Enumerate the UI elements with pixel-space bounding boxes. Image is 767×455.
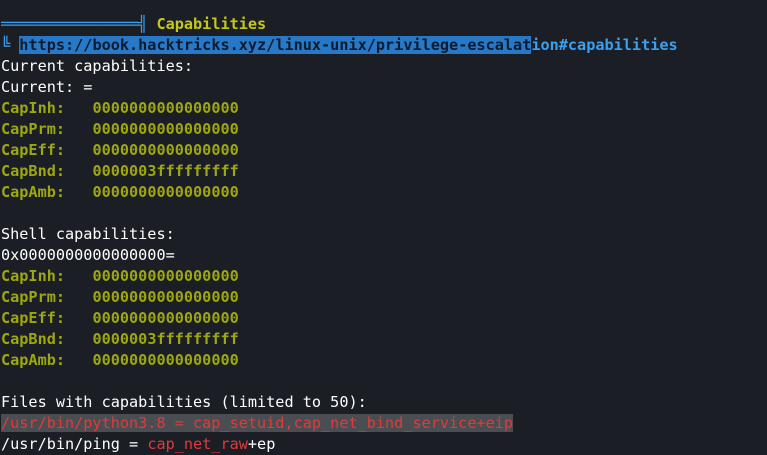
file-cap-ping-tail: +ep [247, 435, 276, 453]
cap-row: CapEff: 0000000000000000 [1, 308, 767, 329]
file-cap-entry: /usr/bin/ping = cap_net_raw+ep [1, 434, 767, 455]
files-caps-heading: Files with capabilities (limited to 50): [1, 393, 367, 411]
box-art-top: ═══════════════╣ [1, 15, 157, 33]
cap-name: CapEff: [1, 309, 66, 327]
cap-name: CapAmb: [1, 351, 66, 369]
terminal-output: ═══════════════╣ Capabilities ╚ https://… [1, 14, 767, 455]
cap-value: 0000003fffffffff [92, 162, 239, 180]
current-line: Current: = [1, 78, 93, 96]
file-cap-ping-cap: cap_net_raw [147, 435, 248, 453]
cap-value: 0000000000000000 [92, 99, 239, 117]
cap-value: 0000000000000000 [92, 120, 239, 138]
cap-name: CapPrm: [1, 288, 66, 306]
cap-row: CapPrm: 0000000000000000 [1, 287, 767, 308]
cap-value: 0000000000000000 [92, 351, 239, 369]
cap-value: 0000000000000000 [92, 288, 239, 306]
cap-name: CapPrm: [1, 120, 66, 138]
cap-value: 0000003fffffffff [92, 330, 239, 348]
cap-row: CapBnd: 0000003fffffffff [1, 161, 767, 182]
cap-name: CapEff: [1, 141, 66, 159]
cap-row: CapAmb: 0000000000000000 [1, 182, 767, 203]
shell-hex-line: 0x0000000000000000= [1, 246, 175, 264]
file-cap-ping-path: /usr/bin/ping = [1, 435, 148, 453]
hacktricks-link-tail[interactable]: ion#capabilities [531, 36, 677, 54]
cap-value: 0000000000000000 [92, 309, 239, 327]
cap-row: CapInh: 0000000000000000 [1, 98, 767, 119]
file-cap-python: /usr/bin/python3.8 = cap_setuid,cap_net_… [1, 414, 514, 432]
shell-caps-heading: Shell capabilities: [1, 225, 175, 243]
cap-row: CapEff: 0000000000000000 [1, 140, 767, 161]
section-title: Capabilities [156, 15, 267, 33]
cap-row: CapAmb: 0000000000000000 [1, 350, 767, 371]
hacktricks-link[interactable]: https://book.hacktricks.xyz/linux-unix/p… [19, 36, 532, 54]
cap-row: CapInh: 0000000000000000 [1, 266, 767, 287]
cap-name: CapInh: [1, 267, 66, 285]
cap-row: CapBnd: 0000003fffffffff [1, 329, 767, 350]
file-cap-entry: /usr/bin/python3.8 = cap_setuid,cap_net_… [1, 413, 767, 434]
box-art-corner: ╚ [1, 36, 20, 54]
cap-name: CapBnd: [1, 330, 66, 348]
cap-value: 0000000000000000 [92, 183, 239, 201]
current-caps-heading: Current capabilities: [1, 57, 194, 75]
cap-row: CapPrm: 0000000000000000 [1, 119, 767, 140]
cap-value: 0000000000000000 [92, 267, 239, 285]
section-header: ═══════════════╣ Capabilities [1, 14, 767, 35]
cap-name: CapBnd: [1, 162, 66, 180]
cap-name: CapInh: [1, 99, 66, 117]
section-link-line: ╚ https://book.hacktricks.xyz/linux-unix… [1, 35, 767, 56]
cap-name: CapAmb: [1, 183, 66, 201]
cap-value: 0000000000000000 [92, 141, 239, 159]
